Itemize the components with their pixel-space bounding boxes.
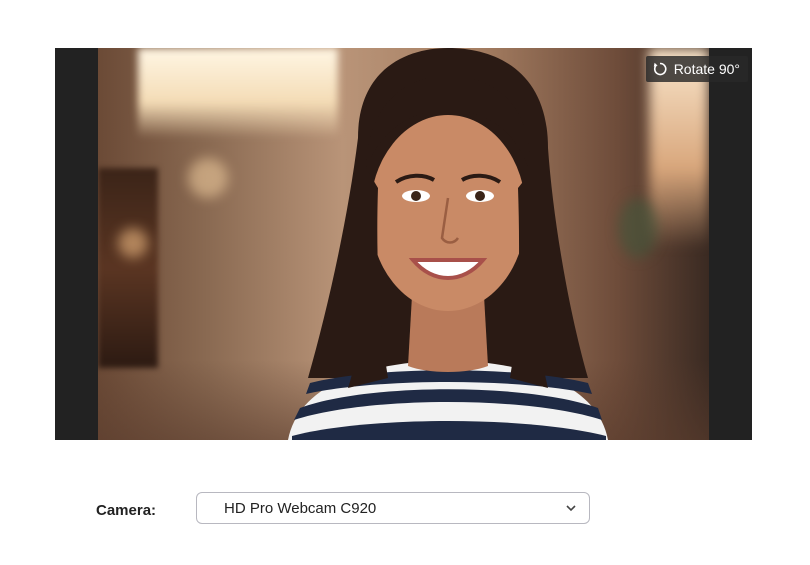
- camera-select[interactable]: HD Pro Webcam C920: [196, 492, 590, 524]
- rotate-90-button[interactable]: Rotate 90°: [645, 56, 748, 82]
- camera-selected-value: HD Pro Webcam C920: [224, 499, 377, 517]
- video-preview: Rotate 90°: [55, 48, 752, 440]
- rotate-90-label: Rotate 90°: [673, 61, 740, 77]
- camera-feed-image: [98, 48, 709, 440]
- rotate-icon: [653, 62, 667, 76]
- person-figure: [288, 48, 608, 440]
- camera-label: Camera:: [96, 501, 157, 519]
- video-settings-panel: Rotate 90° Camera: HD Pro Webcam C920: [0, 0, 810, 565]
- camera-selector-row: Camera: HD Pro Webcam C920: [96, 491, 590, 525]
- chevron-down-icon: [566, 505, 576, 512]
